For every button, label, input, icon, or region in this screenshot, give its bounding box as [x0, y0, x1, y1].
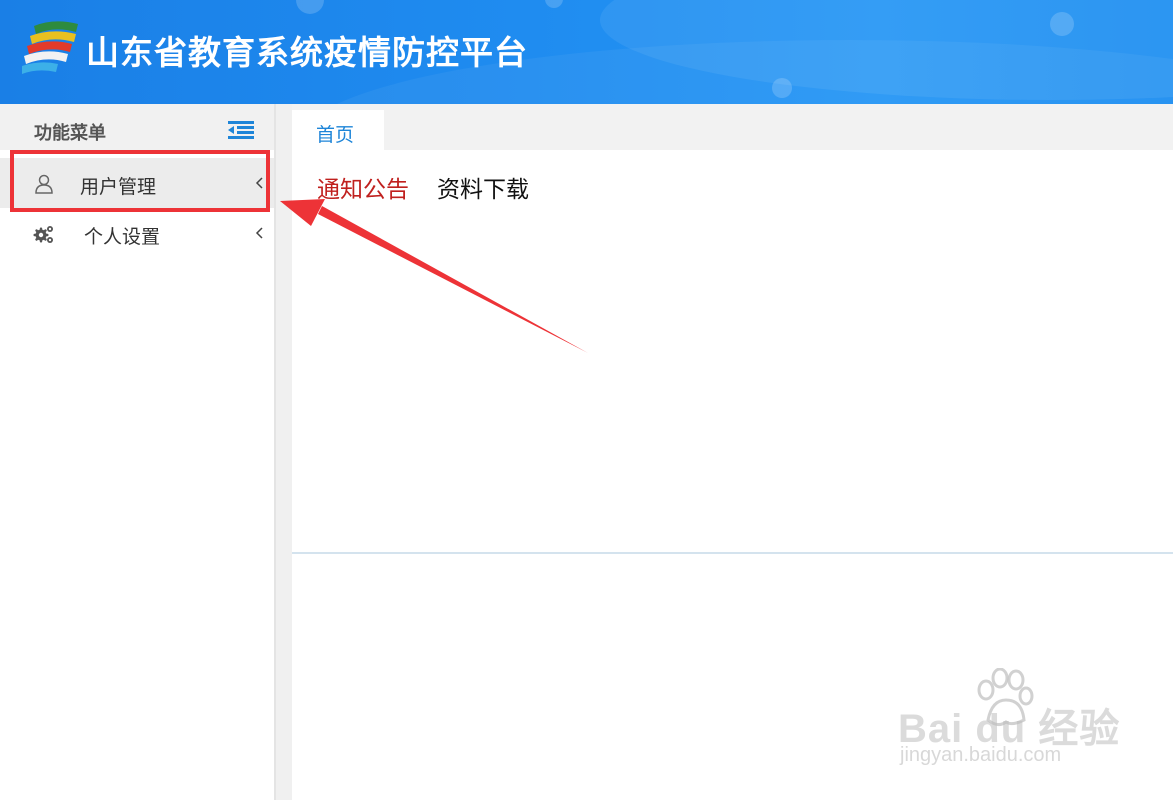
menu-collapse-icon[interactable] [228, 121, 254, 139]
sidebar-item-label: 用户管理 [80, 176, 157, 198]
sidebar: 功能菜单 用户管理 个人设置 [0, 104, 276, 800]
gears-icon [33, 226, 53, 243]
chevron-left-icon [255, 227, 263, 239]
content-divider [292, 552, 1173, 554]
sidebar-item-label: 个人设置 [84, 226, 161, 248]
header-bubble-decoration [545, 0, 563, 8]
header-bubble-decoration [772, 78, 792, 98]
user-icon [35, 174, 53, 194]
sidebar-header: 功能菜单 [0, 104, 276, 150]
header-bubble-decoration [296, 0, 324, 14]
sidebar-gutter [276, 104, 292, 800]
sidebar-item-user-management[interactable]: 用户管理 [0, 158, 276, 208]
site-title: 山东省教育系统疫情防控平台 [86, 33, 528, 72]
subtab-notices[interactable]: 通知公告 [317, 170, 409, 204]
tab-bar: 首页 [292, 104, 1173, 150]
chevron-left-icon [255, 177, 263, 189]
subtab-downloads[interactable]: 资料下载 [437, 170, 529, 204]
watermark-url: jingyan.baidu.com [900, 744, 1062, 766]
tab-home-label: 首页 [316, 124, 355, 146]
page-header: 山东省教育系统疫情防控平台 [0, 0, 1173, 104]
header-bubble-decoration [1050, 12, 1074, 36]
province-logo-icon[interactable] [20, 20, 82, 76]
menu-title: 功能菜单 [34, 123, 106, 144]
baidu-watermark: Bai du 经验 jingyan.baidu.com [898, 668, 1119, 778]
sidebar-item-personal-settings[interactable]: 个人设置 [0, 208, 276, 258]
tab-home[interactable]: 首页 [292, 110, 384, 150]
